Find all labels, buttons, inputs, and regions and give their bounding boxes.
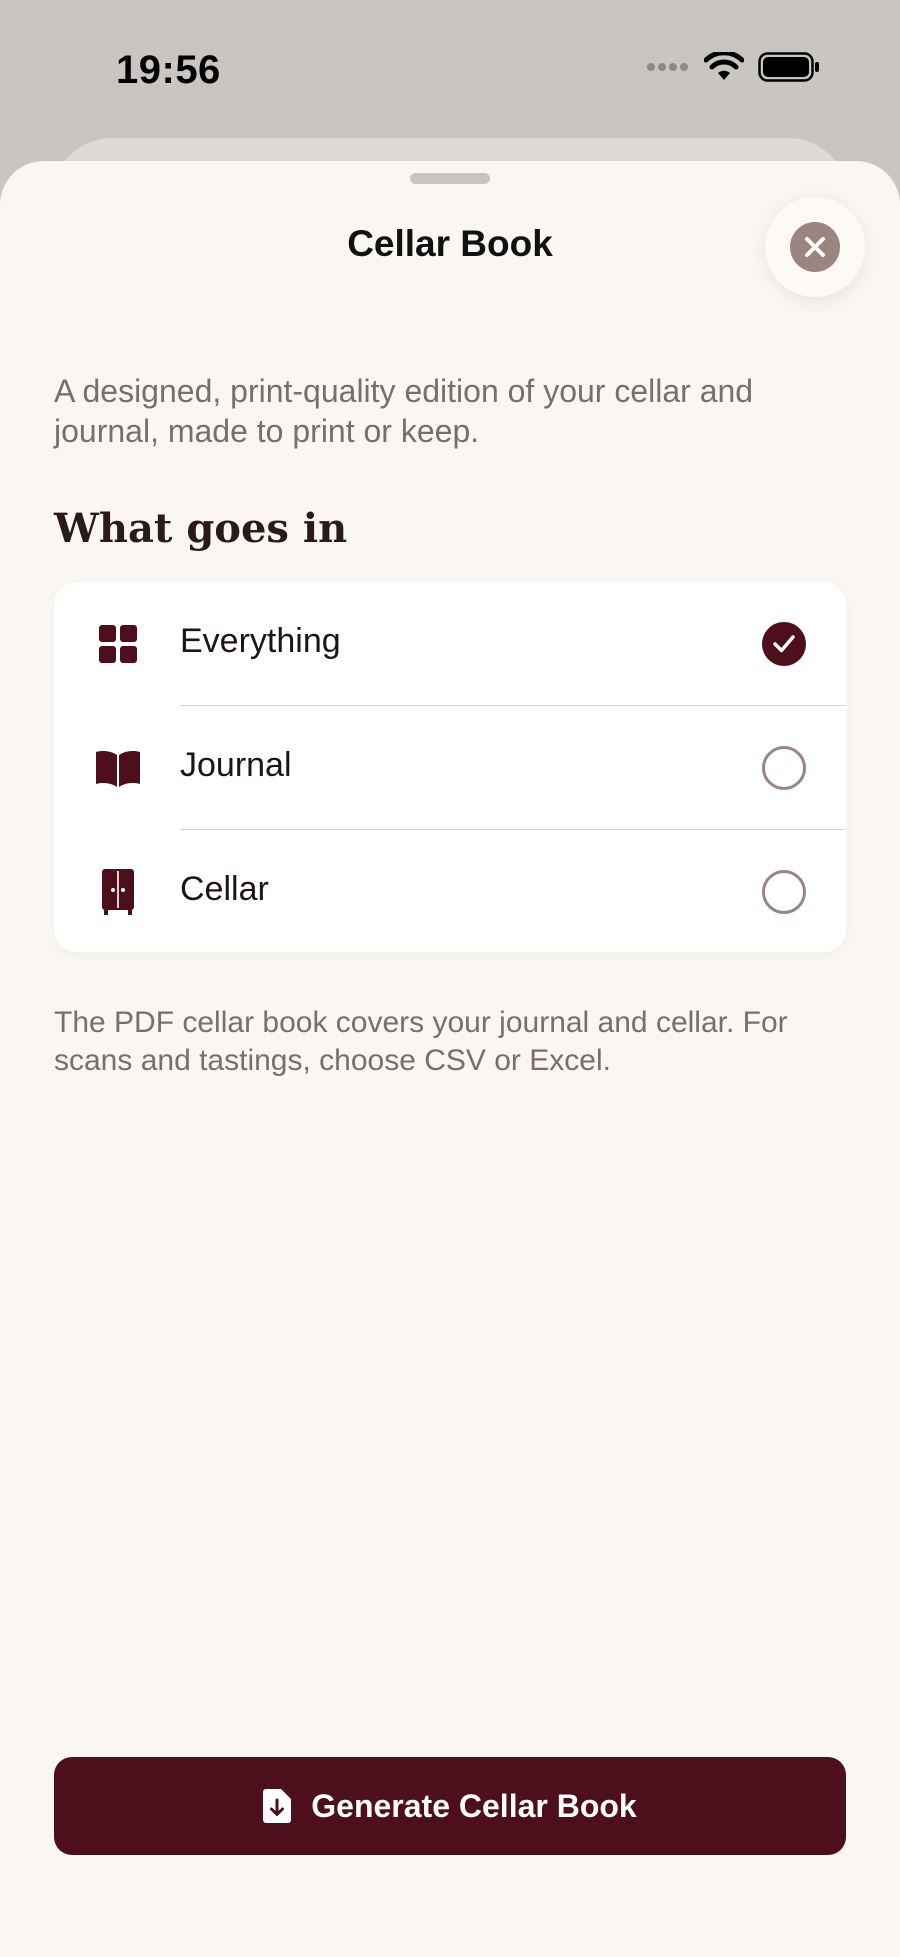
status-time: 19:56 (116, 48, 221, 92)
signal-dots-icon (647, 63, 688, 71)
sheet-description: A designed, print-quality edition of you… (54, 373, 754, 449)
close-button[interactable] (765, 197, 865, 297)
options-list: Everything Journal Cellar (54, 582, 846, 952)
close-icon-circle (790, 222, 840, 272)
option-label: Journal (180, 746, 292, 784)
file-download-icon (263, 1789, 292, 1823)
option-cellar[interactable]: Cellar (54, 830, 846, 953)
checkmark-icon (773, 635, 795, 653)
option-everything[interactable]: Everything (54, 582, 846, 705)
status-bar: 19:56 (0, 0, 900, 140)
option-label: Cellar (180, 870, 269, 908)
footnote-text: The PDF cellar book covers your journal … (54, 1006, 788, 1077)
sheet-grabber[interactable] (410, 173, 490, 184)
option-label: Everything (180, 622, 341, 660)
status-icons (646, 52, 820, 82)
generate-cellar-book-button[interactable]: Generate Cellar Book (54, 1757, 846, 1855)
generate-button-label: Generate Cellar Book (311, 1787, 637, 1824)
radio-unselected[interactable] (762, 870, 806, 914)
cabinet-icon (94, 868, 142, 916)
cellar-book-sheet: Cellar Book A designed, print-quality ed… (0, 161, 900, 1957)
close-icon (805, 237, 825, 257)
wifi-icon (704, 52, 744, 80)
option-journal[interactable]: Journal (54, 706, 846, 829)
book-icon (94, 744, 142, 792)
section-heading: What goes in (54, 505, 348, 552)
battery-icon (758, 52, 819, 82)
radio-selected[interactable] (762, 622, 806, 666)
grid-icon (94, 620, 142, 668)
radio-unselected[interactable] (762, 746, 806, 790)
